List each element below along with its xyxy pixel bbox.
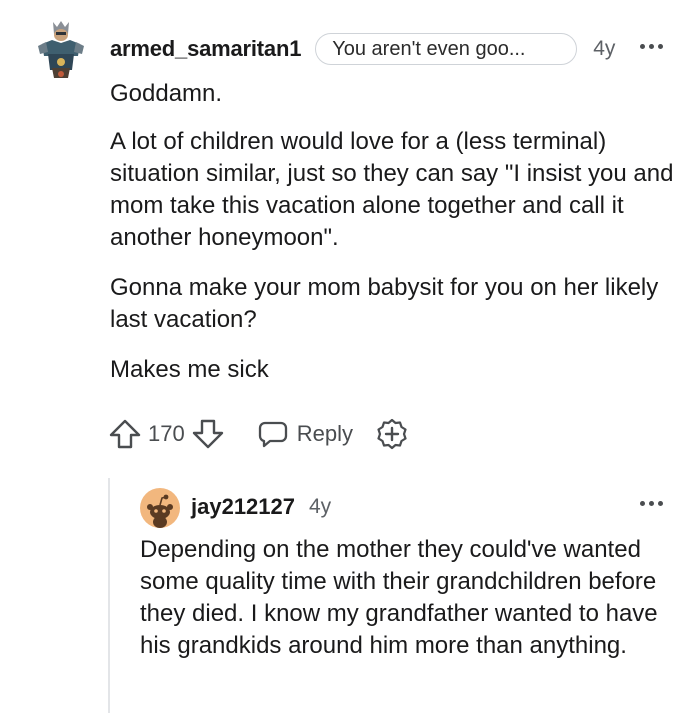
reply-button[interactable]: Reply <box>257 418 353 450</box>
comment-paragraph: Gonna make your mom babysit for you on h… <box>110 274 659 333</box>
default-snoo-avatar-icon[interactable] <box>140 488 180 528</box>
reply-label: Reply <box>296 421 353 446</box>
more-options-icon[interactable] <box>640 44 663 49</box>
comment-action-bar: 170 Reply <box>108 414 409 454</box>
more-options-icon[interactable] <box>640 501 663 506</box>
thread-line[interactable] <box>108 478 110 713</box>
reply-header: jay212127 4y <box>191 490 331 524</box>
speech-bubble-icon <box>257 418 289 450</box>
comment-paragraph: Makes me sick <box>110 356 269 383</box>
downvote-arrow-icon[interactable] <box>191 417 225 451</box>
vote-count: 170 <box>148 421 185 446</box>
username[interactable]: jay212127 <box>191 494 295 520</box>
comment-paragraph: Goddamn. <box>110 80 223 107</box>
user-avatar-icon[interactable] <box>36 18 86 80</box>
reply-body: Depending on the mother they could've wa… <box>140 534 680 662</box>
username[interactable]: armed_samaritan1 <box>110 36 301 62</box>
comment-paragraph: A lot of children would love for a (less… <box>110 128 674 251</box>
upvote-arrow-icon[interactable] <box>108 417 142 451</box>
comment-header: armed_samaritan1 You aren't even goo... … <box>110 32 615 66</box>
comment-body: Goddamn. A lot of children would love fo… <box>110 78 680 404</box>
timestamp[interactable]: 4y <box>309 495 331 519</box>
add-award-icon[interactable] <box>375 417 409 451</box>
timestamp[interactable]: 4y <box>593 37 615 61</box>
reply-text: Depending on the mother they could've wa… <box>140 536 658 659</box>
user-flair: You aren't even goo... <box>315 33 578 65</box>
